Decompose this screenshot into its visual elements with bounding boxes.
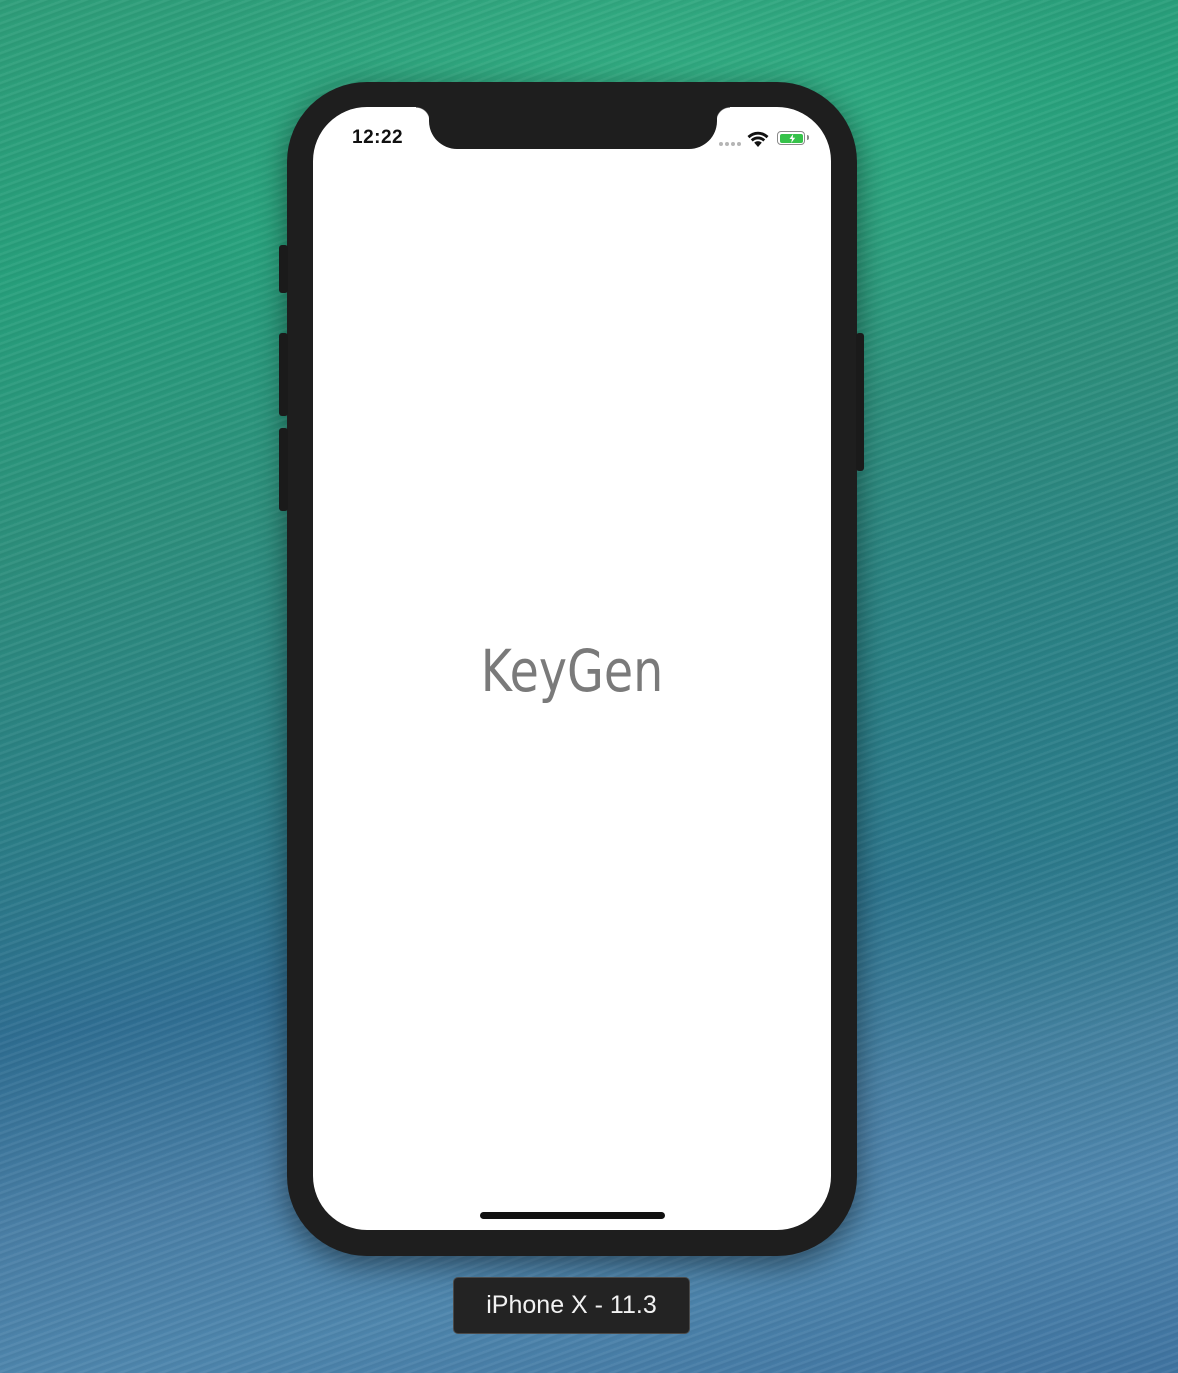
simulator-device-label: iPhone X - 11.3: [453, 1277, 690, 1334]
device-notch: [416, 100, 730, 149]
volume-down-button[interactable]: [279, 428, 288, 511]
side-power-button[interactable]: [856, 333, 864, 471]
wifi-icon: [747, 131, 769, 147]
signal-dots-icon: [719, 142, 741, 146]
volume-up-button[interactable]: [279, 333, 288, 416]
home-indicator[interactable]: [480, 1212, 665, 1219]
silent-switch[interactable]: [279, 245, 288, 293]
app-title-keygen: KeyGen: [480, 637, 664, 705]
status-bar-time: 12:22: [352, 127, 404, 148]
desktop-wallpaper: 12:22 KeyGen iPhone X - 11.3: [0, 0, 1178, 1373]
battery-charging-icon: [777, 131, 809, 145]
